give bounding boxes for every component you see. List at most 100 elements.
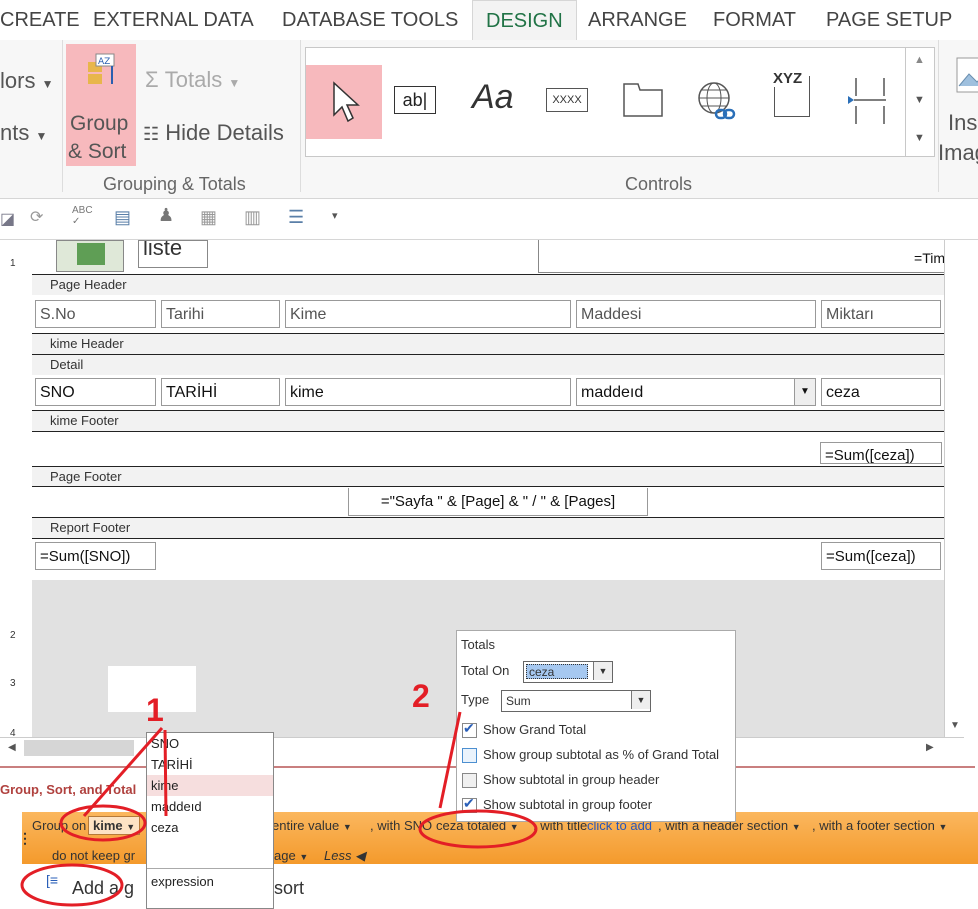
kime-footer-band[interactable]: kime Footer [32,410,944,431]
less-link[interactable]: Less ◀ [324,848,365,864]
scroll-left-icon[interactable]: ◀ [8,742,16,753]
colors-button[interactable]: lors ▼ [0,68,53,94]
group-sort-pane-title: Group, Sort, and Total [0,782,137,797]
refresh-icon[interactable]: ⟳ [30,207,43,227]
dropdown-option[interactable]: ceza [147,817,273,838]
add-group-icon: [≡ [46,872,59,888]
total-on-value: ceza [526,664,588,679]
report-footer-band[interactable]: Report Footer [32,517,944,538]
kime-footer-sum[interactable]: =Sum([ceza]) [820,442,942,464]
chevron-down-icon[interactable]: ▼ [593,662,612,680]
property-sheet-icon[interactable]: ▤ [114,207,131,228]
detail-combo[interactable]: maddeıd ▼ [576,378,816,406]
detail-band[interactable]: Detail [32,354,944,375]
dropdown-option[interactable]: SNO [147,733,273,754]
tab-order-icon[interactable]: ▦ [200,207,217,228]
tab-create[interactable]: CREATE [0,0,80,40]
grouping-totals-label: Grouping & Totals [103,174,246,194]
keep-together-select[interactable]: do not keep gr [52,848,135,863]
header-label[interactable]: Maddesi [576,300,816,328]
detail-field[interactable]: kime [285,378,571,406]
scroll-thumb[interactable] [24,740,134,756]
page-select[interactable]: age ▼ [274,848,308,863]
checkbox-grand-total[interactable]: ✔ [462,720,477,738]
dropdown-expression[interactable]: expression [147,868,273,892]
tab-external-data[interactable]: EXTERNAL DATA [93,0,254,40]
dropdown-option[interactable]: TARİHİ [147,754,273,775]
field-list-icon[interactable]: ☰ [288,207,304,228]
time-field[interactable]: =Tim [914,250,945,266]
type-select[interactable]: Sum ▼ [501,690,651,712]
checkbox-subtotal-header[interactable] [462,773,477,788]
gallery-scroll[interactable]: ▲ ▼ ▼ [905,47,935,157]
group-divider [62,40,63,192]
dropdown-option[interactable]: maddeıd [147,796,273,817]
ruler-mark: 2 [10,630,16,641]
tab-arrange[interactable]: ARRANGE [588,0,687,40]
scroll-up-icon[interactable]: ▲ [914,54,925,66]
totals-button[interactable]: Σ Totals ▼ [145,67,240,93]
logo-graphic [77,243,105,265]
group-sort-button[interactable]: AZ Group & Sort [66,44,136,166]
logo-image[interactable] [56,240,124,272]
user-icon[interactable]: ♟ [158,205,174,226]
controls-gallery: ab| Aa XXXX XYZ [305,47,907,157]
scroll-down-icon[interactable]: ▼ [950,720,960,731]
checkbox-subtotal-footer[interactable]: ✔ [462,795,477,813]
insert-image-icon[interactable] [955,56,978,96]
header-label[interactable]: Miktarı [821,300,941,328]
detail-field[interactable]: SNO [35,378,156,406]
gallery-more-icon[interactable]: ▼ [914,132,925,144]
customize-icon[interactable]: ▾ [332,209,338,222]
drag-handle-icon[interactable]: ⋮ [18,830,32,847]
header-label[interactable]: S.No [35,300,156,328]
chevron-down-icon[interactable]: ▼ [794,379,815,405]
report-footer-area [32,538,944,581]
scroll-right-icon[interactable]: ▶ [926,742,934,753]
hide-details-button[interactable]: ☷ Hide Details [143,120,284,146]
fonts-button[interactable]: nts ▼ [0,120,47,146]
add-sort-button[interactable]: sort [274,878,304,899]
insert-image-label-2[interactable]: Imag [938,140,978,166]
subform-icon[interactable]: ▥ [244,207,261,228]
header-label[interactable]: Kime [285,300,571,328]
page-number-field[interactable]: ="Sayfa " & [Page] & " / " & [Pages] [348,488,648,516]
dropdown-option-selected[interactable]: kime [147,775,273,796]
tab-format[interactable]: FORMAT [713,0,796,40]
report-title[interactable]: liste [138,240,208,268]
checkbox-percent-grand-total[interactable] [462,748,477,763]
tab-database-tools[interactable]: DATABASE TOOLS [282,0,458,40]
kime-header-band[interactable]: kime Header [32,333,944,354]
option-group-control[interactable]: XYZ [773,70,810,117]
hyperlink-icon[interactable] [696,80,736,124]
tab-page-setup[interactable]: PAGE SETUP [826,0,952,40]
select-control[interactable] [306,65,382,139]
with-sno-label[interactable]: , with SNO [370,818,432,833]
report-sum-ceza[interactable]: =Sum([ceza]) [821,542,941,570]
svg-text:AZ: AZ [98,57,110,67]
textbox-control[interactable]: ab| [394,86,436,114]
spelling-icon[interactable]: ABC ✓ [72,205,93,227]
tab-control-icon[interactable] [622,82,664,118]
view-icon[interactable]: ◪ [0,209,15,229]
detail-field[interactable]: ceza [821,378,941,406]
report-sum-sno[interactable]: =Sum([SNO]) [35,542,156,570]
footer-section-select[interactable]: , with a footer section ▼ [812,818,947,833]
page-break-icon[interactable] [846,76,890,126]
insert-image-label-1[interactable]: Ins [948,110,977,136]
tab-design[interactable]: DESIGN [472,0,577,41]
add-group-button[interactable]: Add a g [72,878,134,899]
group-sort-label-2: & Sort [68,140,127,163]
total-on-select[interactable]: ceza ▼ [523,661,613,683]
detail-field[interactable]: TARİHİ [161,378,280,406]
vertical-scrollbar[interactable]: ▼ [944,240,965,737]
page-header-band[interactable]: Page Header [32,274,944,295]
button-control[interactable]: XXXX [546,88,588,112]
entire-value-select[interactable]: entire value ▼ [272,818,352,833]
label-control[interactable]: Aa [472,78,514,117]
chevron-down-icon[interactable]: ▼ [631,691,650,709]
header-label[interactable]: Tarihi [161,300,280,328]
scroll-down-icon[interactable]: ▼ [914,94,925,106]
page-footer-band[interactable]: Page Footer [32,466,944,487]
group-field-select[interactable]: kime ▼ [88,816,141,835]
